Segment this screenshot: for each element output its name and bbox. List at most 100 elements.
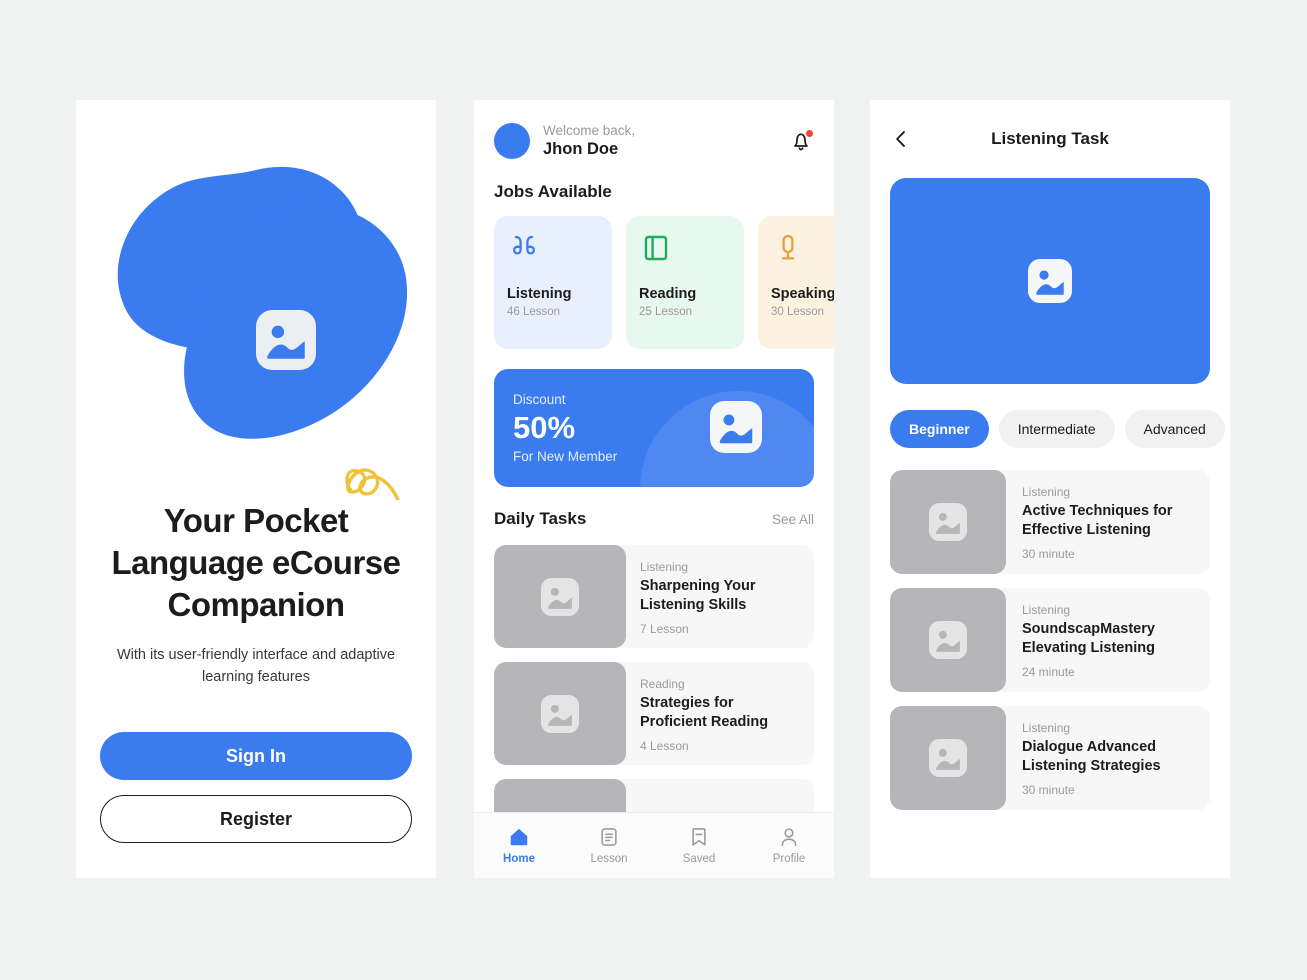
tab-lesson[interactable]: Lesson bbox=[564, 826, 654, 865]
tab-label: Profile bbox=[772, 853, 806, 865]
task-meta: Reading Strategies for Proficient Readin… bbox=[626, 662, 814, 765]
lesson-row[interactable]: Listening SoundscapMastery Elevating Lis… bbox=[890, 588, 1210, 692]
lesson-category: Listening bbox=[1022, 721, 1071, 735]
book-icon bbox=[644, 235, 668, 261]
lesson-row[interactable]: Listening Dialogue Advanced Listening St… bbox=[890, 706, 1210, 810]
user-name: Jhon Doe bbox=[543, 140, 619, 158]
lesson-category: Listening bbox=[1022, 485, 1071, 499]
book-icon-wrap bbox=[639, 232, 731, 276]
image-placeholder-icon bbox=[256, 310, 316, 370]
job-name: Speaking bbox=[771, 286, 834, 302]
home-content: Welcome back, Jhon Doe Jobs Available Li… bbox=[474, 100, 834, 826]
lesson-title: Dialogue Advanced Listening Strategies bbox=[1022, 739, 1161, 774]
image-placeholder-icon bbox=[710, 401, 762, 453]
lesson-row[interactable]: Listening Active Techniques for Effectiv… bbox=[890, 470, 1210, 574]
image-placeholder-icon bbox=[929, 739, 967, 777]
daily-tasks-list: Listening Sharpening Your Listening Skil… bbox=[494, 545, 814, 826]
promo-banner[interactable]: Discount 50% For New Member bbox=[494, 369, 814, 487]
microphone-icon bbox=[781, 234, 795, 260]
back-button[interactable] bbox=[890, 126, 916, 152]
job-count: 30 Lesson bbox=[771, 306, 825, 318]
register-button[interactable]: Register bbox=[100, 795, 412, 843]
task-category: Reading bbox=[640, 677, 685, 691]
task-thumbnail bbox=[494, 662, 626, 765]
lesson-duration: 30 minute bbox=[1022, 783, 1075, 797]
microphone-icon-wrap bbox=[771, 232, 834, 276]
onboarding-actions: Sign In Register bbox=[100, 732, 412, 843]
jobs-carousel[interactable]: Listening 46 Lesson Reading 25 Lesson Sp… bbox=[494, 216, 834, 349]
earbuds-icon bbox=[513, 235, 535, 255]
job-count: 46 Lesson bbox=[507, 306, 561, 318]
level-chip-advanced[interactable]: Advanced bbox=[1124, 410, 1225, 448]
onboarding-copy: Your Pocket Language eCourse Companion W… bbox=[76, 500, 436, 843]
image-placeholder-icon bbox=[541, 694, 579, 733]
onboarding-title: Your Pocket Language eCourse Companion bbox=[111, 502, 401, 623]
job-count: 25 Lesson bbox=[639, 306, 693, 318]
task-title: Strategies for Proficient Reading bbox=[640, 695, 769, 730]
daily-tasks-header: Daily Tasks See All bbox=[494, 509, 814, 529]
bookmark-icon bbox=[692, 828, 706, 846]
task-category: Listening bbox=[640, 560, 689, 574]
tab-home[interactable]: Home bbox=[474, 826, 564, 865]
bottom-navigation: Home Lesson Saved Profile bbox=[474, 812, 834, 878]
listening-task-screen: Listening Task Beginner Intermediate Adv… bbox=[870, 100, 1230, 878]
avatar[interactable] bbox=[494, 123, 530, 159]
job-card-speaking[interactable]: Speaking 30 Lesson bbox=[758, 216, 834, 349]
task-meta: Listening Sharpening Your Listening Skil… bbox=[626, 545, 814, 648]
earbuds-icon-wrap bbox=[507, 232, 599, 276]
greeting-line: Welcome back, bbox=[543, 123, 636, 138]
home-icon bbox=[510, 828, 528, 846]
document-icon bbox=[601, 828, 617, 846]
lesson-title: Active Techniques for Effective Listenin… bbox=[1022, 503, 1173, 538]
notification-button[interactable] bbox=[788, 128, 814, 154]
task-header: Listening Task bbox=[870, 100, 1230, 178]
blob-shapes bbox=[117, 166, 408, 500]
jobs-section-header: Jobs Available bbox=[494, 182, 814, 202]
greeting-header: Welcome back, Jhon Doe bbox=[494, 122, 814, 160]
lesson-duration: 24 minute bbox=[1022, 665, 1075, 679]
image-placeholder-icon bbox=[1028, 259, 1072, 303]
tab-saved[interactable]: Saved bbox=[654, 826, 744, 865]
image-placeholder-icon bbox=[541, 577, 579, 616]
task-row[interactable]: Reading Strategies for Proficient Readin… bbox=[494, 662, 814, 765]
tab-profile[interactable]: Profile bbox=[744, 826, 834, 865]
greeting-text: Welcome back, Jhon Doe bbox=[543, 122, 788, 160]
job-card-reading[interactable]: Reading 25 Lesson bbox=[626, 216, 744, 349]
tab-label: Saved bbox=[682, 853, 716, 865]
lesson-thumbnail bbox=[890, 470, 1006, 574]
image-placeholder-icon bbox=[929, 503, 967, 541]
lesson-meta: Listening Active Techniques for Effectiv… bbox=[1006, 470, 1210, 574]
job-name: Listening bbox=[507, 286, 572, 302]
chevron-left-icon bbox=[896, 131, 905, 147]
tab-label: Lesson bbox=[590, 853, 628, 865]
level-filter-tabs: Beginner Intermediate Advanced bbox=[870, 384, 1230, 448]
lesson-title: SoundscapMastery Elevating Listening bbox=[1022, 621, 1155, 656]
lesson-meta: Listening Dialogue Advanced Listening St… bbox=[1006, 706, 1210, 810]
task-row[interactable]: Listening Sharpening Your Listening Skil… bbox=[494, 545, 814, 648]
lesson-category: Listening bbox=[1022, 603, 1071, 617]
job-card-listening[interactable]: Listening 46 Lesson bbox=[494, 216, 612, 349]
daily-tasks-title: Daily Tasks bbox=[494, 509, 587, 528]
person-icon bbox=[781, 828, 797, 847]
task-lesson-count: 7 Lesson bbox=[640, 622, 689, 636]
lesson-thumbnail bbox=[890, 706, 1006, 810]
level-chip-beginner[interactable]: Beginner bbox=[890, 410, 989, 448]
see-all-link[interactable]: See All bbox=[772, 512, 814, 527]
lesson-thumbnail bbox=[890, 588, 1006, 692]
lesson-list: Listening Active Techniques for Effectiv… bbox=[870, 448, 1230, 810]
tab-label: Home bbox=[503, 853, 535, 865]
home-screen: Welcome back, Jhon Doe Jobs Available Li… bbox=[474, 100, 834, 878]
task-title: Sharpening Your Listening Skills bbox=[640, 578, 756, 613]
onboarding-subtitle: With its user-friendly interface and ada… bbox=[116, 647, 396, 685]
lesson-meta: Listening SoundscapMastery Elevating Lis… bbox=[1006, 588, 1210, 692]
sign-in-button[interactable]: Sign In bbox=[100, 732, 412, 780]
jobs-section-title: Jobs Available bbox=[494, 182, 612, 201]
curly-arrow-icon bbox=[345, 468, 400, 500]
task-hero-banner bbox=[890, 178, 1210, 384]
promo-image-placeholder bbox=[710, 401, 762, 453]
page-title: Listening Task bbox=[991, 129, 1109, 148]
task-lesson-count: 4 Lesson bbox=[640, 739, 689, 753]
onboarding-hero-illustration bbox=[76, 100, 436, 500]
level-chip-intermediate[interactable]: Intermediate bbox=[998, 410, 1115, 448]
image-placeholder-icon bbox=[929, 621, 967, 659]
